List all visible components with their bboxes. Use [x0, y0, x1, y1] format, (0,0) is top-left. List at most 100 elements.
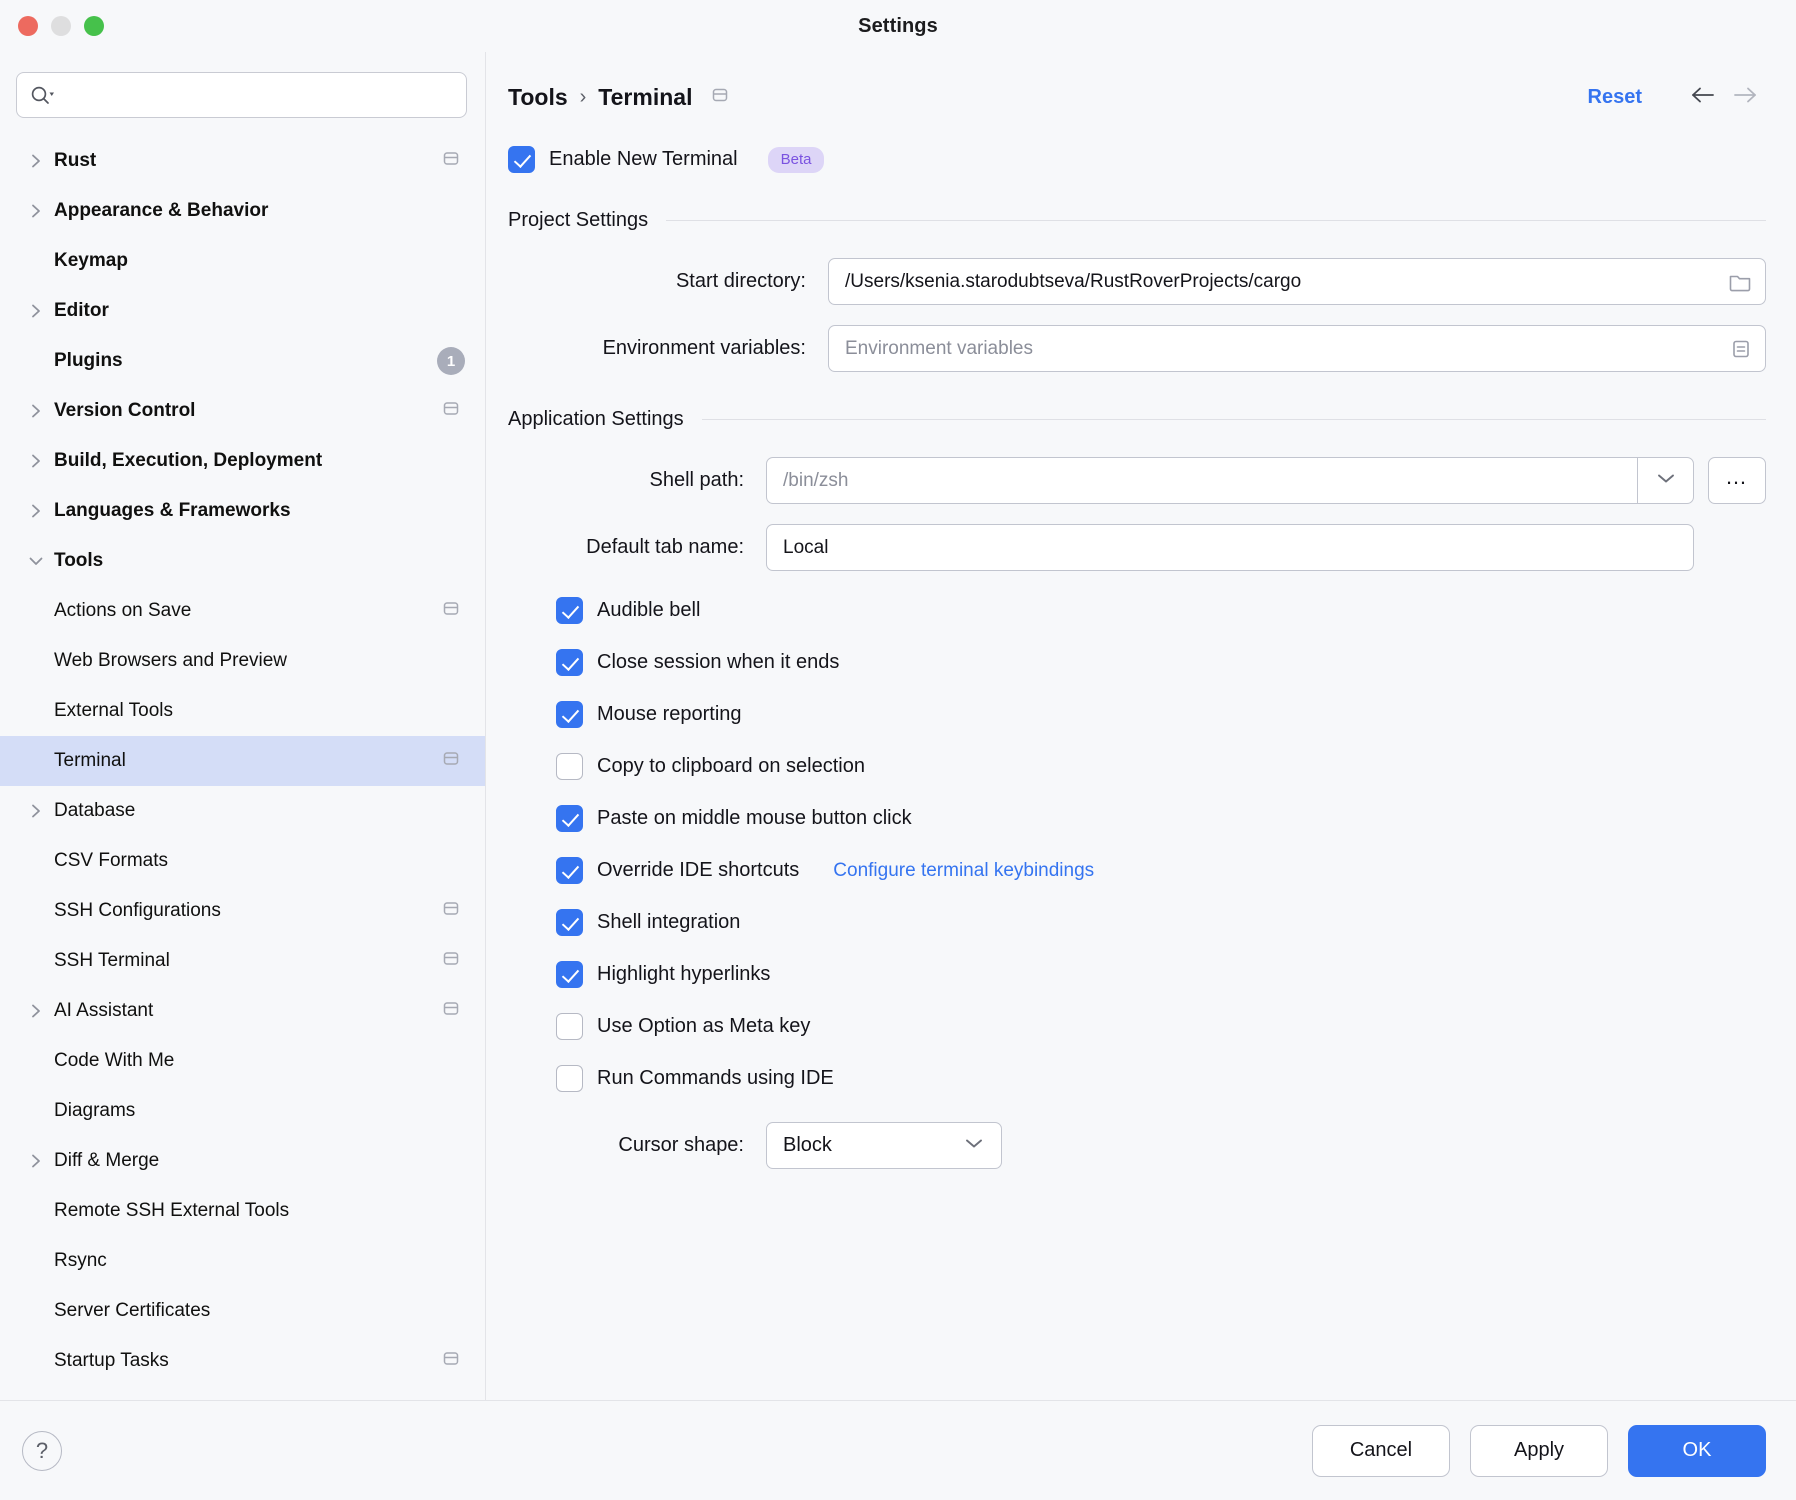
sidebar-item-label: Rust [54, 150, 96, 172]
default-tab-name-field[interactable] [766, 524, 1694, 571]
chevron-right-icon[interactable] [18, 452, 54, 470]
sidebar-item-label: Rsync [54, 1250, 107, 1272]
chevron-right-icon[interactable] [18, 202, 54, 220]
start-directory-field[interactable] [828, 258, 1766, 305]
chevron-right-icon[interactable] [18, 802, 54, 820]
option-row-highlight-hyperlinks[interactable]: Highlight hyperlinks [508, 961, 1766, 988]
shell-path-browse-button[interactable]: … [1708, 457, 1766, 504]
sidebar-item-diff-merge[interactable]: Diff & Merge [0, 1136, 485, 1186]
chevron-right-icon[interactable] [18, 1002, 54, 1020]
sidebar-item-label: Tools [54, 550, 103, 572]
checkbox-highlight-hyperlinks[interactable] [556, 961, 583, 988]
sidebar-item-tools[interactable]: Tools [0, 536, 485, 586]
sidebar-item-web-browsers-and-preview[interactable]: Web Browsers and Preview [0, 636, 485, 686]
settings-tree: Rust Appearance & Behavior KeymapEditorPlu… [0, 130, 485, 1400]
help-button[interactable]: ? [22, 1431, 62, 1471]
option-row-run-commands-using-ide[interactable]: Run Commands using IDE [508, 1065, 1766, 1092]
sidebar-item-diagrams[interactable]: Diagrams [0, 1086, 485, 1136]
checkbox-audible-bell[interactable] [556, 597, 583, 624]
checkbox-copy-to-clipboard-on-selection[interactable] [556, 753, 583, 780]
arrow-left-icon [1688, 83, 1718, 112]
enable-new-terminal-row[interactable]: Enable New Terminal Beta [508, 146, 1766, 173]
chevron-right-icon[interactable] [18, 402, 54, 420]
environment-variables-input[interactable] [845, 338, 1721, 360]
folder-icon[interactable] [1727, 271, 1753, 293]
checkbox-label: Paste on middle mouse button click [597, 807, 912, 830]
chevron-right-icon[interactable] [18, 302, 54, 320]
ok-button[interactable]: OK [1628, 1425, 1766, 1477]
plugins-update-badge: 1 [437, 347, 465, 375]
checkbox-run-commands-using-ide[interactable] [556, 1065, 583, 1092]
reset-button[interactable]: Reset [1588, 86, 1642, 109]
shell-path-row: Shell path: … [508, 457, 1766, 504]
sidebar-item-code-with-me[interactable]: Code With Me [0, 1036, 485, 1086]
sidebar-item-label: External Tools [54, 700, 173, 722]
cursor-shape-label: Cursor shape: [508, 1134, 766, 1157]
sidebar-item-ssh-configurations[interactable]: SSH Configurations [0, 886, 485, 936]
checkbox-mouse-reporting[interactable] [556, 701, 583, 728]
option-row-close-session-when-it-ends[interactable]: Close session when it ends [508, 649, 1766, 676]
sidebar-item-label: Appearance & Behavior [54, 200, 268, 222]
chevron-right-icon[interactable] [18, 152, 54, 170]
sidebar-item-server-certificates[interactable]: Server Certificates [0, 1286, 485, 1336]
sidebar-item-editor[interactable]: Editor [0, 286, 485, 336]
option-row-override-ide-shortcuts[interactable]: Override IDE shortcutsConfigure terminal… [508, 857, 1766, 884]
project-scope-icon [710, 85, 730, 110]
sidebar-item-build-execution-deployment[interactable]: Build, Execution, Deployment [0, 436, 485, 486]
option-row-paste-on-middle-mouse-button-click[interactable]: Paste on middle mouse button click [508, 805, 1766, 832]
sidebar-item-label: Build, Execution, Deployment [54, 450, 322, 472]
start-directory-input[interactable] [845, 271, 1719, 293]
default-tab-name-input[interactable] [783, 537, 1681, 559]
environment-variables-field[interactable] [828, 325, 1766, 372]
checkbox-paste-on-middle-mouse-button-click[interactable] [556, 805, 583, 832]
minimize-window-button[interactable] [51, 16, 71, 36]
option-row-shell-integration[interactable]: Shell integration [508, 909, 1766, 936]
option-row-audible-bell[interactable]: Audible bell [508, 597, 1766, 624]
forward-button[interactable] [1724, 76, 1766, 118]
chevron-right-icon[interactable] [18, 1152, 54, 1170]
sidebar-item-startup-tasks[interactable]: Startup Tasks [0, 1336, 485, 1386]
checkbox-shell-integration[interactable] [556, 909, 583, 936]
sidebar-item-languages-frameworks[interactable]: Languages & Frameworks [0, 486, 485, 536]
cancel-button[interactable]: Cancel [1312, 1425, 1450, 1477]
option-row-copy-to-clipboard-on-selection[interactable]: Copy to clipboard on selection [508, 753, 1766, 780]
maximize-window-button[interactable] [84, 16, 104, 36]
shell-path-combo[interactable] [766, 457, 1694, 504]
sidebar-item-actions-on-save[interactable]: Actions on Save [0, 586, 485, 636]
window-controls [18, 16, 104, 36]
breadcrumb-item-tools[interactable]: Tools [508, 84, 568, 111]
option-row-use-option-as-meta-key[interactable]: Use Option as Meta key [508, 1013, 1766, 1040]
apply-button[interactable]: Apply [1470, 1425, 1608, 1477]
option-row-mouse-reporting[interactable]: Mouse reporting [508, 701, 1766, 728]
search-box[interactable] [16, 72, 467, 118]
checkbox-use-option-as-meta-key[interactable] [556, 1013, 583, 1040]
sidebar-item-ssh-terminal[interactable]: SSH Terminal [0, 936, 485, 986]
sidebar-item-terminal[interactable]: Terminal [0, 736, 485, 786]
cursor-shape-select[interactable]: Block [766, 1122, 1002, 1169]
sidebar-item-database[interactable]: Database [0, 786, 485, 836]
close-window-button[interactable] [18, 16, 38, 36]
sidebar-item-appearance-behavior[interactable]: Appearance & Behavior [0, 186, 485, 236]
chevron-right-icon[interactable] [18, 502, 54, 520]
sidebar-item-label: Version Control [54, 400, 195, 422]
sidebar-item-version-control[interactable]: Version Control [0, 386, 485, 436]
search-input[interactable] [61, 85, 454, 105]
configure-terminal-keybindings-link[interactable]: Configure terminal keybindings [833, 860, 1094, 882]
checkbox-close-session-when-it-ends[interactable] [556, 649, 583, 676]
sidebar-item-external-tools[interactable]: External Tools [0, 686, 485, 736]
sidebar-item-remote-ssh-external-tools[interactable]: Remote SSH External Tools [0, 1186, 485, 1236]
sidebar-item-ai-assistant[interactable]: AI Assistant [0, 986, 485, 1036]
checkbox-override-ide-shortcuts[interactable] [556, 857, 583, 884]
back-button[interactable] [1682, 76, 1724, 118]
sidebar-item-rsync[interactable]: Rsync [0, 1236, 485, 1286]
enable-new-terminal-checkbox[interactable] [508, 146, 535, 173]
sidebar-item-rust[interactable]: Rust [0, 136, 485, 186]
sidebar-item-keymap[interactable]: Keymap [0, 236, 485, 286]
checkbox-label: Mouse reporting [597, 703, 742, 726]
shell-path-input[interactable] [767, 470, 1637, 492]
list-icon[interactable] [1729, 338, 1753, 360]
shell-path-dropdown-button[interactable] [1637, 458, 1693, 503]
sidebar-item-plugins[interactable]: Plugins1 [0, 336, 485, 386]
chevron-down-icon[interactable] [18, 553, 54, 569]
sidebar-item-csv-formats[interactable]: CSV Formats [0, 836, 485, 886]
